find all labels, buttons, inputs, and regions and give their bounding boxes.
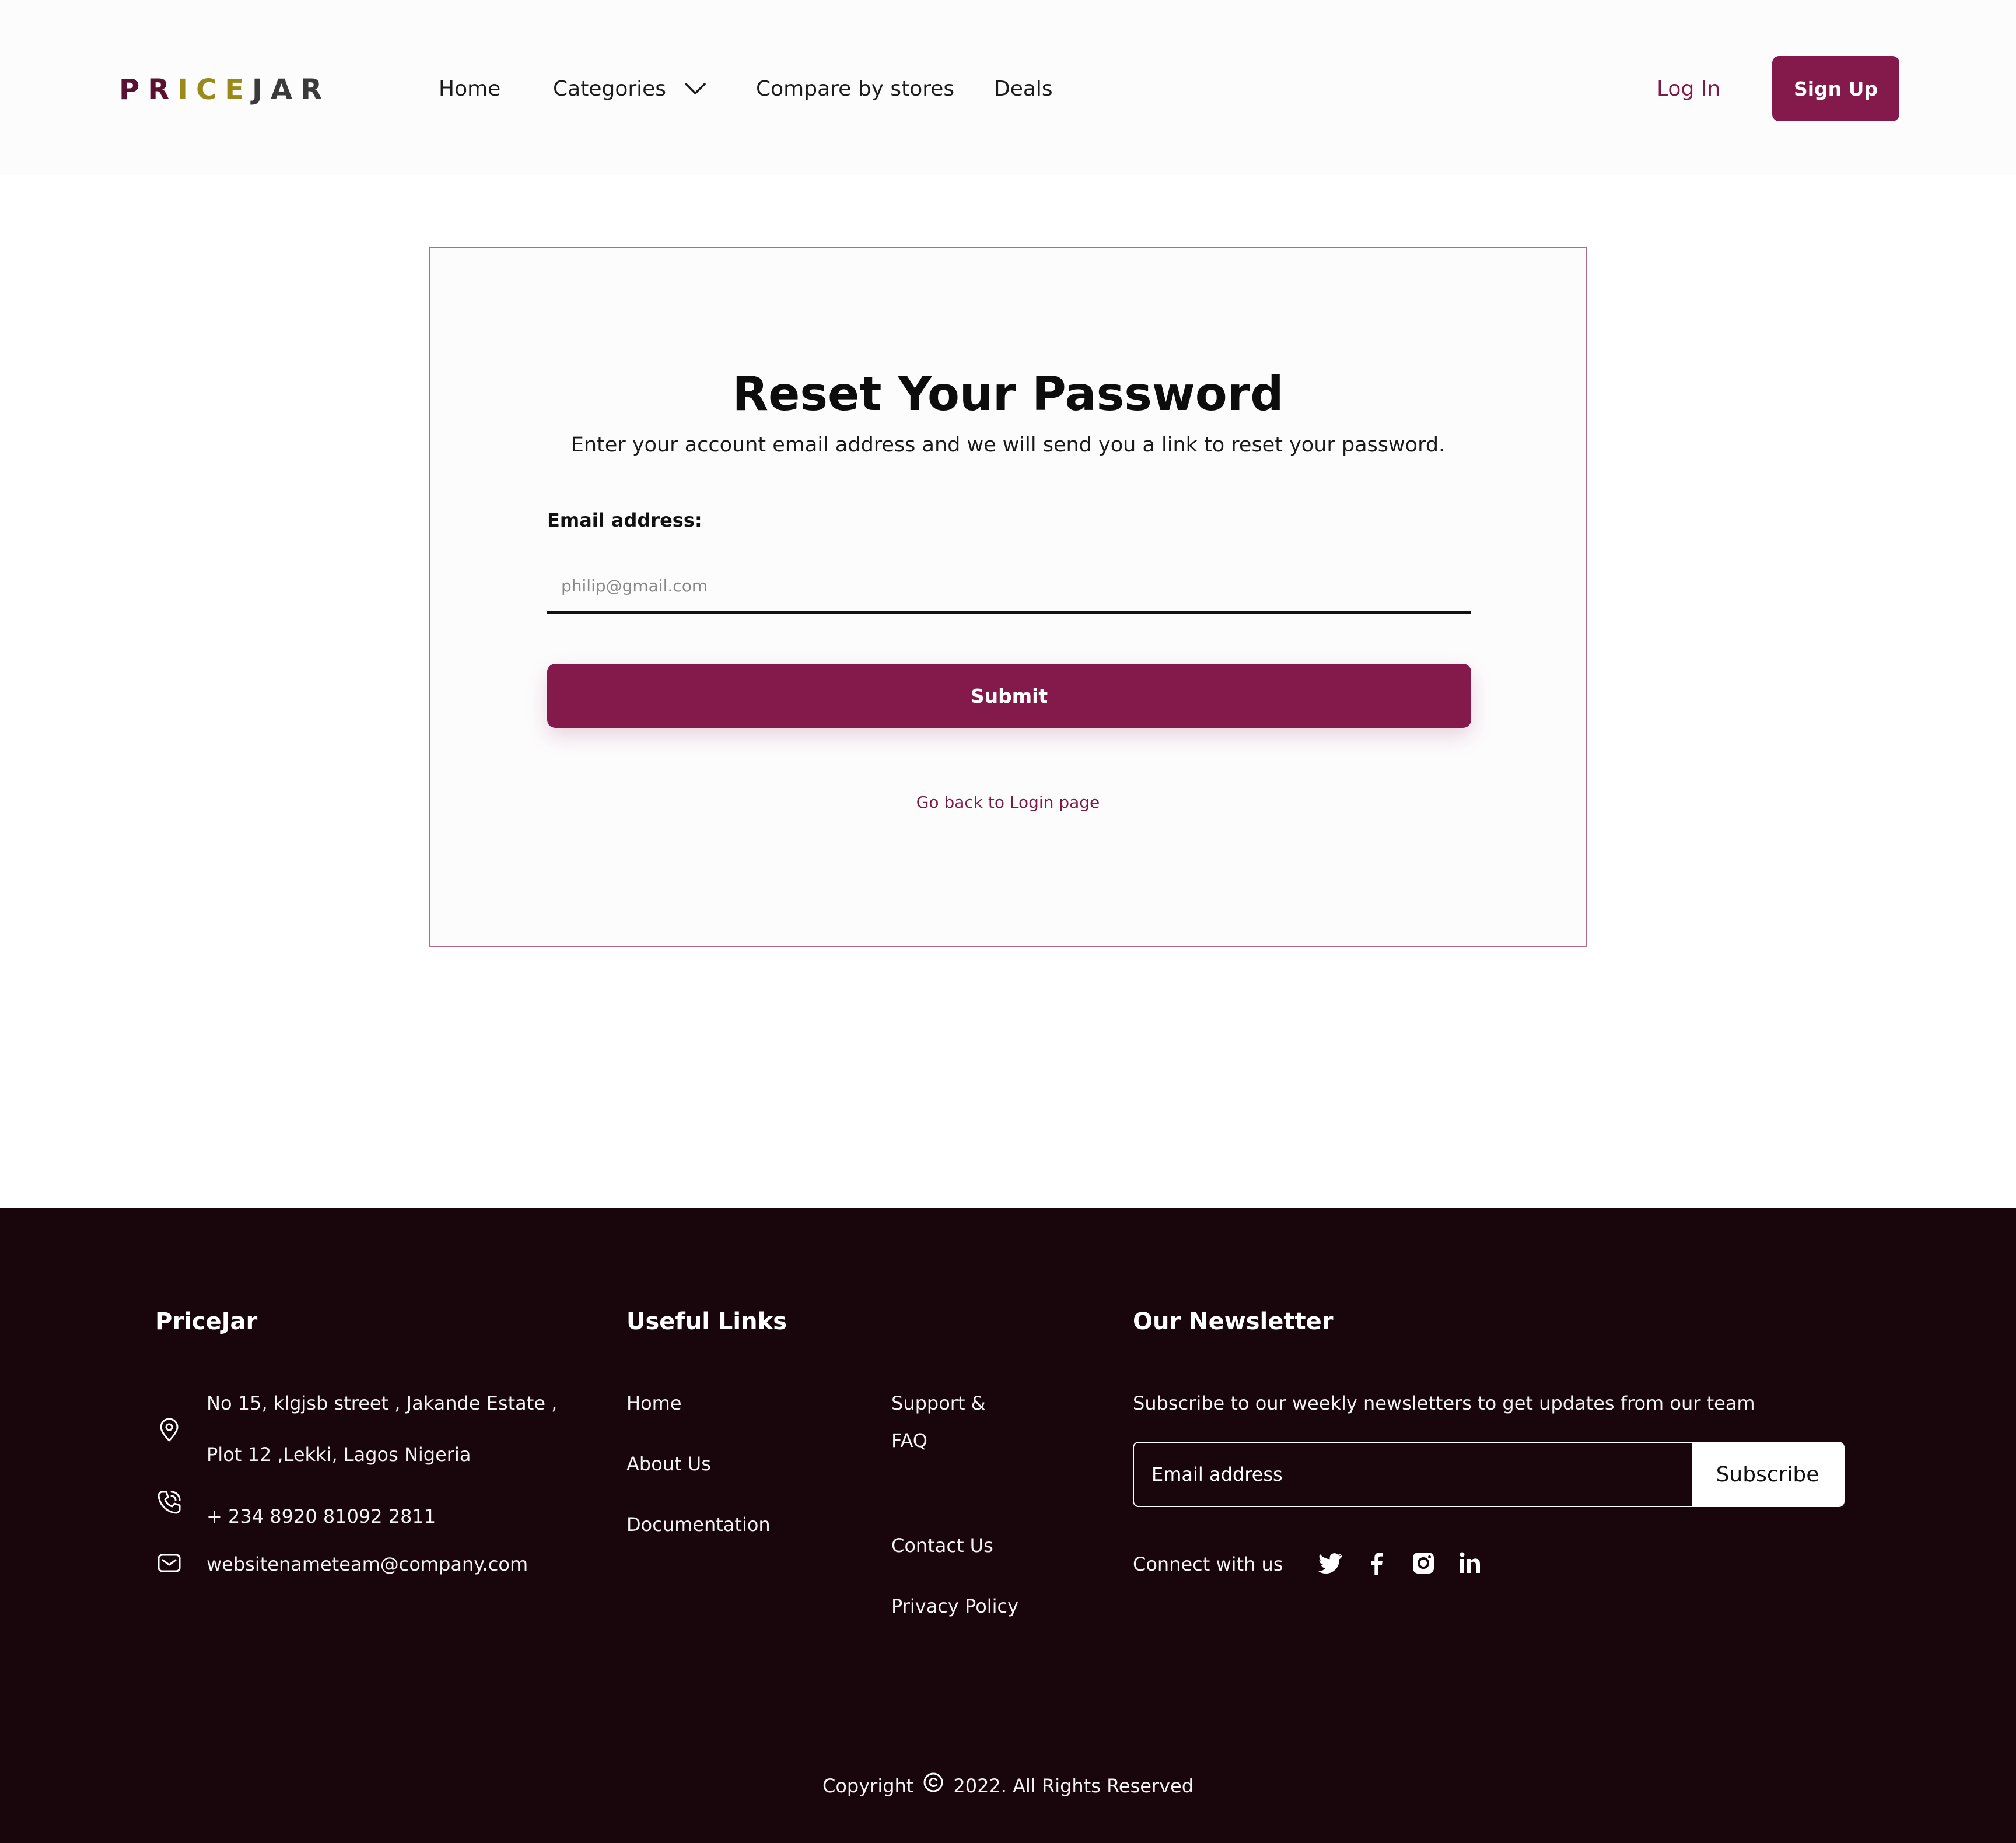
newsletter-heading: Our Newsletter [1133, 1308, 1334, 1335]
submit-button[interactable]: Submit [547, 664, 1471, 728]
footer-link-home[interactable]: Home [626, 1390, 682, 1416]
chevron-down-icon [684, 75, 707, 104]
signup-button[interactable]: Sign Up [1772, 56, 1899, 121]
instagram-icon[interactable] [1409, 1549, 1437, 1577]
back-to-login-link[interactable]: Go back to Login page [430, 791, 1586, 814]
address-line-1: No 15, klgjsb street , Jakande Estate , [206, 1392, 558, 1414]
newsletter-form: Subscribe [1133, 1442, 1845, 1507]
email-field[interactable] [547, 560, 1471, 614]
login-link[interactable]: Log In [1657, 75, 1720, 104]
footer-link-documentation[interactable]: Documentation [626, 1512, 771, 1537]
contact-email[interactable]: websitenameteam@company.com [206, 1551, 528, 1577]
page-subtitle: Enter your account email address and we … [570, 433, 1446, 457]
connect-label: Connect with us [1133, 1553, 1283, 1575]
newsletter-text: Subscribe to our weekly newsletters to g… [1133, 1392, 1755, 1414]
useful-links-heading: Useful Links [626, 1308, 788, 1335]
reset-password-card: Reset Your Password Enter your account e… [429, 247, 1587, 947]
facebook-icon[interactable] [1363, 1549, 1391, 1577]
logo-letter: C [196, 73, 225, 106]
copyright: Copyright 2022. All Rights Reserved [0, 1772, 2016, 1799]
subscribe-button[interactable]: Subscribe [1692, 1443, 1843, 1506]
mail-icon [155, 1549, 183, 1577]
nav-home-link[interactable]: Home [439, 75, 501, 104]
site-footer: PriceJar No 15, klgjsb street , Jakande … [0, 1208, 2016, 1843]
site-header: PRICEJAR Home Categories Compare by stor… [0, 0, 2016, 175]
logo-letter: J [252, 73, 271, 106]
copyright-symbol-icon [923, 1772, 944, 1799]
footer-brand: PriceJar [155, 1308, 258, 1335]
address-line-2: Plot 12 ,Lekki, Lagos Nigeria [206, 1443, 471, 1466]
footer-link-contact[interactable]: Contact Us [891, 1533, 993, 1558]
twitter-icon[interactable] [1316, 1549, 1344, 1577]
location-pin-icon [155, 1416, 183, 1444]
copyright-text: 2022. All Rights Reserved [953, 1774, 1194, 1797]
footer-link-about[interactable]: About Us [626, 1451, 711, 1477]
support-line-2: FAQ [891, 1429, 928, 1452]
page-title: Reset Your Password [732, 367, 1284, 421]
logo-letter: R [148, 73, 178, 106]
newsletter-email-input[interactable] [1134, 1443, 1692, 1506]
linkedin-icon[interactable] [1456, 1549, 1484, 1577]
logo-letter: P [119, 73, 148, 106]
nav-categories-label: Categories [553, 77, 667, 101]
logo-letter: I [177, 73, 197, 106]
email-label: Email address: [547, 509, 702, 531]
logo-letter: E [225, 73, 253, 106]
phone-icon [155, 1488, 183, 1516]
support-line-1: Support & [891, 1392, 986, 1414]
footer-link-privacy[interactable]: Privacy Policy [891, 1593, 1019, 1619]
footer-link-support-faq[interactable]: Support & FAQ [891, 1390, 986, 1453]
logo[interactable]: PRICEJAR [119, 72, 330, 107]
nav-deals-link[interactable]: Deals [994, 75, 1053, 104]
logo-letter: R [300, 73, 331, 106]
logo-letter: A [270, 73, 301, 106]
copyright-label: Copyright [822, 1774, 914, 1797]
phone-number[interactable]: + 234 8920 81092 2811 [206, 1504, 436, 1529]
nav-compare-link[interactable]: Compare by stores [756, 75, 954, 104]
nav-categories-dropdown[interactable]: Categories [553, 75, 707, 104]
